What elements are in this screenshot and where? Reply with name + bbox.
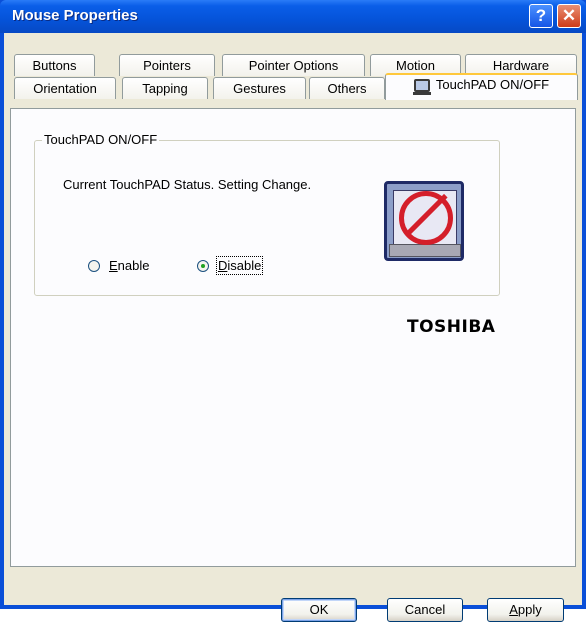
tab-touchpad-on-off[interactable]: TouchPAD ON/OFF bbox=[385, 73, 578, 100]
tab-pointers[interactable]: Pointers bbox=[119, 54, 215, 76]
touchpad-base-graphic bbox=[389, 244, 461, 257]
tab-page-touchpad: TouchPAD ON/OFF Current TouchPAD Status.… bbox=[10, 108, 576, 567]
status-text: Current TouchPAD Status. Setting Change. bbox=[63, 177, 312, 192]
help-button[interactable]: ? bbox=[529, 4, 553, 28]
touchpad-groupbox: TouchPAD ON/OFF Current TouchPAD Status.… bbox=[34, 132, 500, 296]
tab-touchpad-label: TouchPAD ON/OFF bbox=[435, 77, 550, 92]
toshiba-logo: TOSHIBA bbox=[407, 317, 496, 337]
tab-orientation[interactable]: Orientation bbox=[14, 77, 116, 99]
group-legend: TouchPAD ON/OFF bbox=[42, 132, 160, 147]
enable-radio[interactable] bbox=[88, 259, 100, 272]
apply-button[interactable]: Apply bbox=[487, 598, 564, 622]
mouse-properties-window: Mouse Properties ? ✕ Buttons Pointers Po… bbox=[0, 0, 586, 622]
title-bar[interactable]: Mouse Properties ? ✕ bbox=[0, 0, 586, 33]
disable-radio[interactable] bbox=[197, 259, 209, 272]
tab-tapping[interactable]: Tapping bbox=[122, 77, 208, 99]
tab-gestures[interactable]: Gestures bbox=[213, 77, 306, 99]
tab-buttons[interactable]: Buttons bbox=[14, 54, 95, 76]
enable-label: Enable bbox=[109, 258, 150, 273]
tab-others[interactable]: Others bbox=[309, 77, 385, 99]
dialog-client-area: Buttons Pointers Pointer Options Motion … bbox=[4, 33, 582, 622]
tab-pointer-options[interactable]: Pointer Options bbox=[222, 54, 365, 76]
ok-button[interactable]: OK bbox=[281, 598, 357, 622]
touchpad-disabled-icon bbox=[384, 181, 464, 261]
window-title: Mouse Properties bbox=[12, 7, 138, 24]
disable-radio-option[interactable]: Disable bbox=[197, 256, 264, 275]
close-button[interactable]: ✕ bbox=[557, 4, 581, 28]
prohibited-icon bbox=[399, 191, 453, 245]
cancel-button[interactable]: Cancel bbox=[387, 598, 463, 622]
disable-label: Disable bbox=[215, 256, 264, 275]
enable-radio-option[interactable]: Enable bbox=[88, 258, 149, 273]
touchpad-icon bbox=[412, 79, 431, 95]
